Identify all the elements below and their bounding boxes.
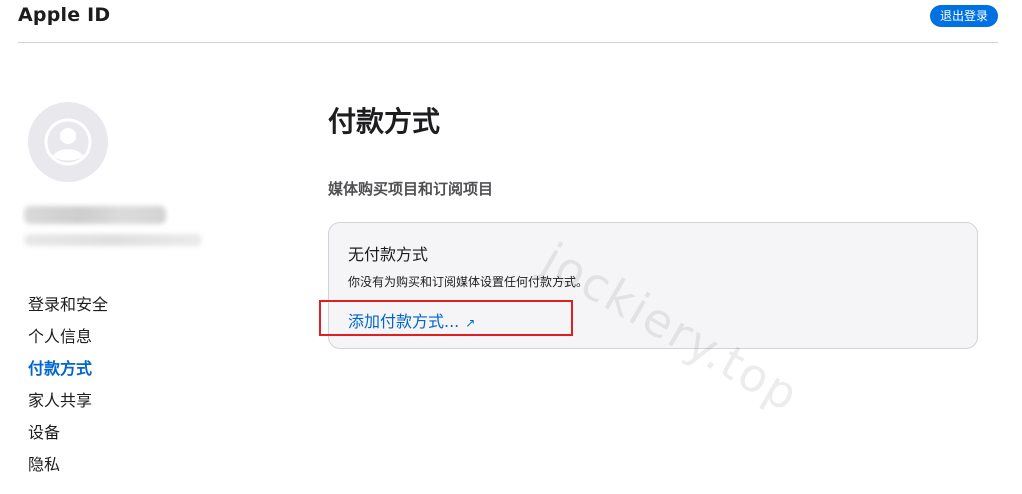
payment-method-card: 无付款方式 你没有为购买和订阅媒体设置任何付款方式。 添加付款方式... ↗ [328,222,978,349]
card-title: 无付款方式 [348,245,429,264]
add-payment-method-label: 添加付款方式... [348,312,460,331]
apple-id-page: Apple ID 退出登录 登录和安全 个人信息 付款方式 家人共享 设备 隐私… [0,0,1022,494]
sidebar-item-privacy[interactable]: 隐私 [28,453,108,485]
avatar [28,102,108,182]
sidebar-item-sign-in-security[interactable]: 登录和安全 [28,293,108,325]
sidebar-item-personal-info[interactable]: 个人信息 [28,325,108,357]
page-title: 付款方式 [328,105,441,138]
redacted-account-name [24,206,166,224]
card-description: 你没有为购买和订阅媒体设置任何付款方式。 [348,275,589,289]
sidebar-item-payment-methods[interactable]: 付款方式 [28,357,108,389]
header-divider [18,42,998,43]
external-arrow-icon: ↗ [465,316,476,330]
redacted-account-email [24,234,202,246]
sidebar-item-devices[interactable]: 设备 [28,421,108,453]
add-payment-method-link[interactable]: 添加付款方式... ↗ [348,308,475,332]
section-title: 媒体购买项目和订阅项目 [328,180,494,198]
sidebar-nav: 登录和安全 个人信息 付款方式 家人共享 设备 隐私 [28,293,108,485]
app-title: Apple ID [18,4,111,26]
user-placeholder-icon [44,118,92,166]
signout-button[interactable]: 退出登录 [929,5,998,27]
sidebar-item-family-sharing[interactable]: 家人共享 [28,389,108,421]
